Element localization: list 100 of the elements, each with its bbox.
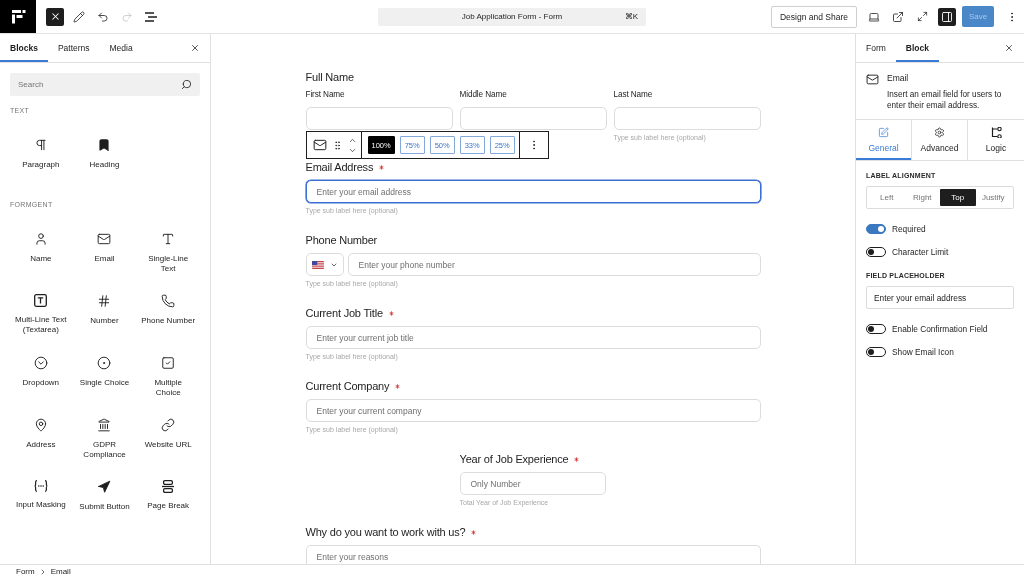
design-and-share-button[interactable]: Design and Share: [770, 5, 857, 28]
panel-tab[interactable]: Block: [895, 34, 939, 62]
toggle-switch[interactable]: [866, 247, 886, 257]
page-break-icon: [162, 480, 175, 493]
breadcrumb-link[interactable]: Form: [16, 567, 35, 576]
block-inserter-toggle[interactable]: [46, 7, 64, 26]
sidebar-panel-icon: [941, 10, 953, 23]
block-inserter-item[interactable]: Phone Number: [136, 277, 200, 339]
toggle-label: Enable Confirmation Field: [892, 324, 988, 334]
alignment-option[interactable]: Justify: [975, 189, 1011, 206]
list-view-icon: [145, 11, 157, 22]
panel-tab[interactable]: Form: [856, 34, 896, 62]
phone-icon: [161, 294, 176, 308]
text-input[interactable]: [305, 107, 453, 130]
country-select[interactable]: [305, 253, 344, 276]
settings-tab[interactable]: Advanced: [912, 120, 968, 160]
hash-icon: [97, 294, 112, 308]
block-inserter-item[interactable]: Multi-Line Text (Textarea): [9, 277, 73, 339]
toggle-label: Show Email Icon: [892, 347, 954, 357]
braces-icon: [33, 480, 48, 492]
field-label: Why do you want to work with us?: [305, 525, 466, 539]
expand-arrows-icon: [916, 11, 928, 22]
envelope-icon: [866, 73, 879, 86]
pilcrow-icon: [33, 138, 48, 152]
field-label: Email Address: [305, 160, 374, 174]
block-title: Email: [887, 73, 910, 84]
block-inserter-item[interactable]: Page Break: [136, 463, 200, 525]
placeholder-input[interactable]: Enter your email address: [866, 286, 1014, 309]
settings-sidebar-toggle[interactable]: [938, 7, 956, 26]
columned-building-icon: [97, 418, 112, 432]
external-link-icon: [892, 10, 904, 23]
laptop-icon: [868, 10, 880, 23]
field-label: Phone Number: [305, 233, 378, 247]
toggle-switch[interactable]: [866, 224, 886, 234]
search-field[interactable]: Search: [10, 73, 200, 96]
phone-input[interactable]: Enter your phone number: [347, 253, 761, 276]
navigation-arrow-icon: [97, 480, 112, 494]
textarea-input[interactable]: Enter your reasons: [305, 545, 761, 564]
settings-tab[interactable]: General: [856, 120, 912, 160]
toggle-label: Required: [892, 224, 926, 234]
subfield-label: First Name: [305, 90, 346, 100]
settings-icon: [934, 127, 945, 138]
document-title: Job Application Form - Form: [461, 12, 563, 21]
subfield-label: Middle Name: [459, 90, 508, 100]
panel-tab[interactable]: Blocks: [0, 34, 48, 62]
circle-chevron-icon: [33, 356, 48, 370]
alignment-option[interactable]: Left: [869, 189, 905, 206]
block-inserter-item[interactable]: Website URL: [136, 401, 200, 463]
subfield-label: Last Name: [613, 90, 654, 100]
link-icon: [161, 418, 176, 432]
bookmark-icon: [97, 138, 112, 152]
command-palette-bar[interactable]: Job Application Form - Form ⌘K: [378, 7, 646, 26]
field-label: Current Company: [305, 379, 390, 393]
block-inserter-item[interactable]: Email: [72, 215, 137, 277]
flag-icon: [311, 260, 324, 269]
alignment-option[interactable]: Top: [940, 189, 976, 206]
checkbox-icon: [161, 356, 176, 370]
block-type-button[interactable]: [312, 138, 327, 152]
undo-icon: [97, 10, 109, 23]
keyboard-shortcut: ⌘K: [624, 12, 638, 21]
block-inserter-item[interactable]: Single Choice: [72, 339, 137, 401]
block-inserter-item[interactable]: Heading: [72, 121, 137, 183]
text-input[interactable]: Enter your current company: [305, 399, 761, 422]
breadcrumb-link[interactable]: Email: [50, 567, 71, 576]
number-input[interactable]: Only Number: [459, 472, 607, 495]
block-inserter-item[interactable]: Address: [9, 401, 73, 463]
text-input[interactable]: Enter your current job title: [305, 326, 761, 349]
block-inserter-item[interactable]: Number: [72, 277, 137, 339]
settings-tab[interactable]: Logic: [968, 120, 1024, 160]
toggle-label: Character Limit: [892, 247, 949, 257]
alignment-option[interactable]: Right: [904, 189, 940, 206]
block-description: Insert an email field for users to enter their email address.: [887, 89, 1003, 111]
envelope-icon: [312, 138, 327, 152]
block-inserter-item[interactable]: Input Masking: [9, 463, 73, 525]
field-label: Year of Job Experience: [459, 452, 569, 466]
block-inserter-item[interactable]: Dropdown: [9, 339, 73, 401]
letter-t-icon: [161, 232, 176, 246]
boxed-letter-t-icon: [34, 294, 48, 307]
block-inserter-item[interactable]: Name: [9, 215, 73, 277]
block-inserter-item[interactable]: Submit Button: [72, 463, 137, 525]
block-inserter-item[interactable]: Multiple Choice: [136, 339, 200, 401]
field-label: Full Name: [305, 70, 354, 84]
block-inserter-item[interactable]: Single-Line Text: [136, 215, 200, 277]
text-input[interactable]: [459, 107, 607, 130]
toggle-switch[interactable]: [866, 324, 886, 334]
panel-tab[interactable]: Patterns: [47, 34, 100, 62]
person-icon: [33, 232, 48, 246]
close-icon: [190, 43, 200, 53]
close-icon: [49, 11, 61, 22]
close-icon: [1004, 43, 1014, 53]
text-input[interactable]: [613, 107, 761, 130]
email-input[interactable]: Enter your email address: [305, 180, 761, 203]
search-icon: [181, 79, 192, 90]
panel-tab[interactable]: Media: [99, 34, 143, 62]
block-inserter-item[interactable]: GDPR Compliance: [72, 401, 137, 463]
block-inserter-item[interactable]: Paragraph: [9, 121, 73, 183]
envelope-icon: [97, 232, 112, 246]
pencil-icon: [73, 10, 85, 23]
toggle-switch[interactable]: [866, 347, 886, 357]
pencil-square-icon: [878, 127, 889, 138]
